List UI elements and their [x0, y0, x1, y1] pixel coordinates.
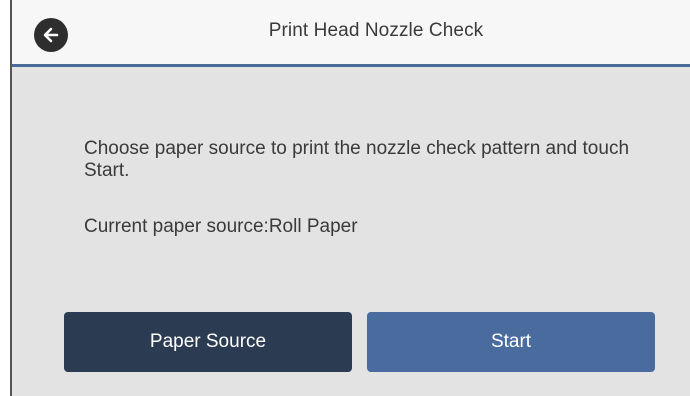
back-arrow-icon [41, 25, 61, 45]
back-button[interactable] [34, 18, 68, 52]
paper-source-button[interactable]: Paper Source [64, 312, 352, 372]
nozzle-check-panel: Print Head Nozzle Check Choose paper sou… [10, 0, 690, 396]
current-paper-source: Current paper source:Roll Paper [84, 216, 358, 237]
start-button[interactable]: Start [367, 312, 655, 372]
page-title: Print Head Nozzle Check [268, 20, 484, 41]
screen: Print Head Nozzle Check Choose paper sou… [0, 0, 690, 396]
header-bar: Print Head Nozzle Check [12, 0, 690, 67]
instruction-text: Choose paper source to print the nozzle … [84, 138, 630, 181]
